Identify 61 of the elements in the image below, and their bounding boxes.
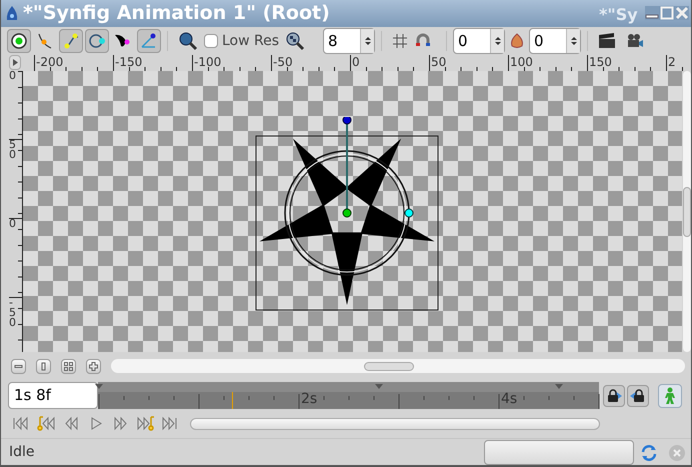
- onion-past-spinbox[interactable]: 0: [453, 28, 506, 54]
- scrollbar-thumb[interactable]: [364, 362, 414, 370]
- curve-point-icon: [36, 32, 54, 50]
- refresh-icon[interactable]: [640, 444, 658, 462]
- handle-toggle-button[interactable]: [137, 29, 161, 53]
- maximize-icon[interactable]: [660, 6, 674, 20]
- lock-icon: [630, 388, 646, 402]
- time-label: 4s: [501, 391, 518, 407]
- background-window-title: *"Sy: [599, 4, 638, 26]
- app-logo-icon: [5, 4, 19, 22]
- time-field[interactable]: 1s 8f: [8, 382, 98, 409]
- lock-future-button[interactable]: [627, 384, 649, 406]
- keyframe-marker-icon[interactable]: [375, 384, 383, 389]
- status-text: Idle: [9, 443, 36, 462]
- clapperboard-icon[interactable]: [598, 33, 616, 49]
- keyframe-marker-icon[interactable]: [95, 384, 103, 389]
- low-res-label: Low Res: [222, 32, 280, 50]
- handle-toggle-button[interactable]: [85, 29, 109, 53]
- ruler-label: 0: [9, 219, 16, 229]
- menu-arrow-button[interactable]: [9, 55, 21, 70]
- lock-past-button[interactable]: [603, 384, 625, 406]
- zoom-in-button[interactable]: [86, 358, 101, 374]
- grid-icon[interactable]: [392, 33, 408, 49]
- handle-toggle-button[interactable]: [7, 29, 31, 53]
- scrollbar-thumb[interactable]: [683, 186, 691, 236]
- window-title: *"Synfig Animation 1" (Root): [23, 1, 330, 26]
- circle-handle-icon: [10, 32, 28, 50]
- horizontal-scrollbar[interactable]: [111, 359, 685, 373]
- plus-icon: [89, 362, 98, 370]
- fit-button[interactable]: [61, 358, 76, 374]
- onion-future-spinbox[interactable]: 0: [529, 28, 582, 54]
- vertical-scrollbar[interactable]: [683, 71, 691, 352]
- close-icon[interactable]: [675, 6, 689, 20]
- one-icon: [39, 362, 48, 370]
- canvas[interactable]: [22, 71, 682, 352]
- spin-arrows-icon: [490, 29, 504, 53]
- actual-size-button[interactable]: [36, 358, 51, 374]
- low-res-checkbox[interactable]: [204, 34, 218, 48]
- next-keyframe-icon[interactable]: [137, 416, 155, 432]
- animate-mode-button[interactable]: [658, 384, 682, 408]
- spin-arrows-icon: [566, 29, 580, 53]
- ruler-label: 50: [9, 140, 16, 160]
- tangent-handles-icon: [62, 32, 80, 50]
- caret-icon: [12, 59, 18, 66]
- angle-handle-icon: [140, 32, 158, 50]
- zoom-icon[interactable]: [178, 31, 198, 51]
- lock-icon: [606, 388, 622, 402]
- zoom-out-button[interactable]: [11, 358, 26, 374]
- handle-toggle-button[interactable]: [59, 29, 83, 53]
- previous-keyframe-icon[interactable]: [37, 416, 55, 432]
- checker-zoom-icon[interactable]: [285, 31, 306, 51]
- skip-start-icon[interactable]: [12, 416, 30, 432]
- figure-icon: [663, 386, 677, 404]
- radius-circle-icon: [88, 32, 106, 50]
- film-camera-icon[interactable]: [626, 33, 644, 49]
- quality-spinbox[interactable]: 8: [323, 28, 376, 54]
- spin-arrows-icon: [360, 29, 374, 53]
- time-label: 2s: [301, 391, 318, 407]
- ruler-label: 0: [9, 71, 16, 81]
- keyframe-marker-icon[interactable]: [555, 384, 563, 389]
- corners-icon: [64, 362, 73, 370]
